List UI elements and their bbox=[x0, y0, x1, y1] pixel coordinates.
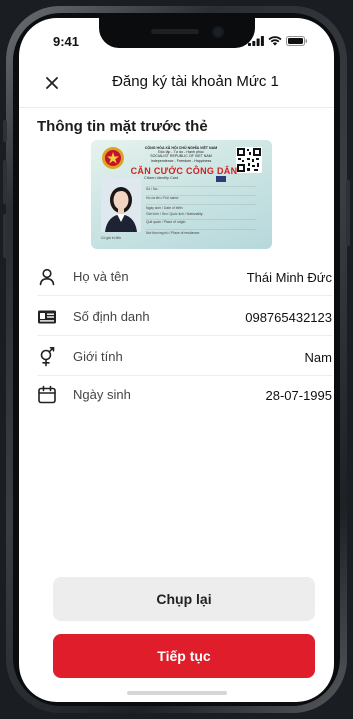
card-field: Số / No.: bbox=[146, 187, 160, 191]
notch bbox=[99, 18, 255, 48]
info-label: Ngày sinh bbox=[73, 387, 131, 402]
volume-down-button bbox=[3, 214, 7, 258]
card-field: Họ và tên / Full name: bbox=[146, 196, 180, 200]
info-row-birth-date: Ngày sinh 28-07-1995 bbox=[37, 376, 332, 414]
home-indicator bbox=[127, 691, 227, 695]
info-row-full-name: Họ và tên Thái Minh Đức bbox=[37, 258, 332, 296]
gender-icon bbox=[40, 347, 55, 367]
header: Đăng ký tài khoản Mức 1 bbox=[19, 58, 334, 108]
info-label: Số định danh bbox=[73, 309, 150, 324]
card-line bbox=[146, 229, 256, 230]
info-label: Họ và tên bbox=[73, 269, 129, 284]
card-field: Nơi thường trú / Place of residence: bbox=[146, 231, 201, 235]
wifi-icon bbox=[268, 36, 282, 46]
qr-code-icon bbox=[236, 147, 262, 173]
id-card-icon bbox=[38, 310, 56, 324]
card-header-line4: Independence - Freedom - Happiness bbox=[150, 158, 212, 163]
card-subtitle: Citizen Identity Card bbox=[144, 176, 179, 180]
speaker bbox=[151, 29, 199, 34]
retake-button[interactable]: Chụp lại bbox=[53, 577, 315, 621]
card-header: CỘNG HÒA XÃ HỘI CHỦ NGHĨA VIỆT NAM Độc l… bbox=[133, 146, 229, 163]
card-field: Quê quán / Place of origin: bbox=[146, 220, 187, 224]
card-line bbox=[146, 186, 256, 187]
side-button bbox=[3, 120, 7, 142]
card-expiry: Có giá trị đến bbox=[101, 236, 122, 240]
info-value: Thái Minh Đức bbox=[246, 270, 332, 285]
id-card-image[interactable]: CỘNG HÒA XÃ HỘI CHỦ NGHĨA VIỆT NAM Độc l… bbox=[91, 140, 272, 249]
card-title: CĂN CƯỚC CÔNG DÂN bbox=[130, 166, 238, 176]
continue-button[interactable]: Tiếp tục bbox=[53, 634, 315, 678]
info-value: Nam bbox=[304, 350, 332, 365]
info-row-gender: Giới tính Nam bbox=[37, 338, 332, 376]
info-row-id-number: Số định danh 098765432123 bbox=[37, 298, 332, 336]
volume-up-button bbox=[3, 160, 7, 204]
signal-icon bbox=[248, 36, 264, 46]
info-value: 098765432123 bbox=[245, 310, 332, 325]
card-field: Giới tính / Sex: Quốc tịch / Nationality… bbox=[146, 212, 204, 216]
info-label: Giới tính bbox=[73, 349, 123, 364]
power-button bbox=[346, 180, 350, 246]
card-chip bbox=[216, 176, 226, 182]
page-title: Đăng ký tài khoản Mức 1 bbox=[112, 73, 279, 90]
card-field: Ngày sinh / Date of birth: bbox=[146, 206, 184, 210]
status-time: 9:41 bbox=[53, 34, 80, 49]
portrait-image bbox=[101, 178, 141, 232]
person-icon bbox=[39, 268, 55, 286]
section-title: Thông tin mặt trước thẻ bbox=[37, 118, 208, 135]
screen: 9:41 Đăng ký tài khoản Mức 1 Thông tin m… bbox=[19, 18, 334, 702]
national-emblem-icon bbox=[102, 147, 124, 169]
calendar-icon bbox=[38, 385, 56, 404]
battery-icon bbox=[286, 36, 308, 46]
portrait-photo bbox=[101, 178, 141, 232]
card-line bbox=[146, 204, 256, 205]
status-icons bbox=[248, 36, 308, 46]
camera bbox=[212, 26, 224, 38]
info-value: 28-07-1995 bbox=[265, 388, 333, 403]
